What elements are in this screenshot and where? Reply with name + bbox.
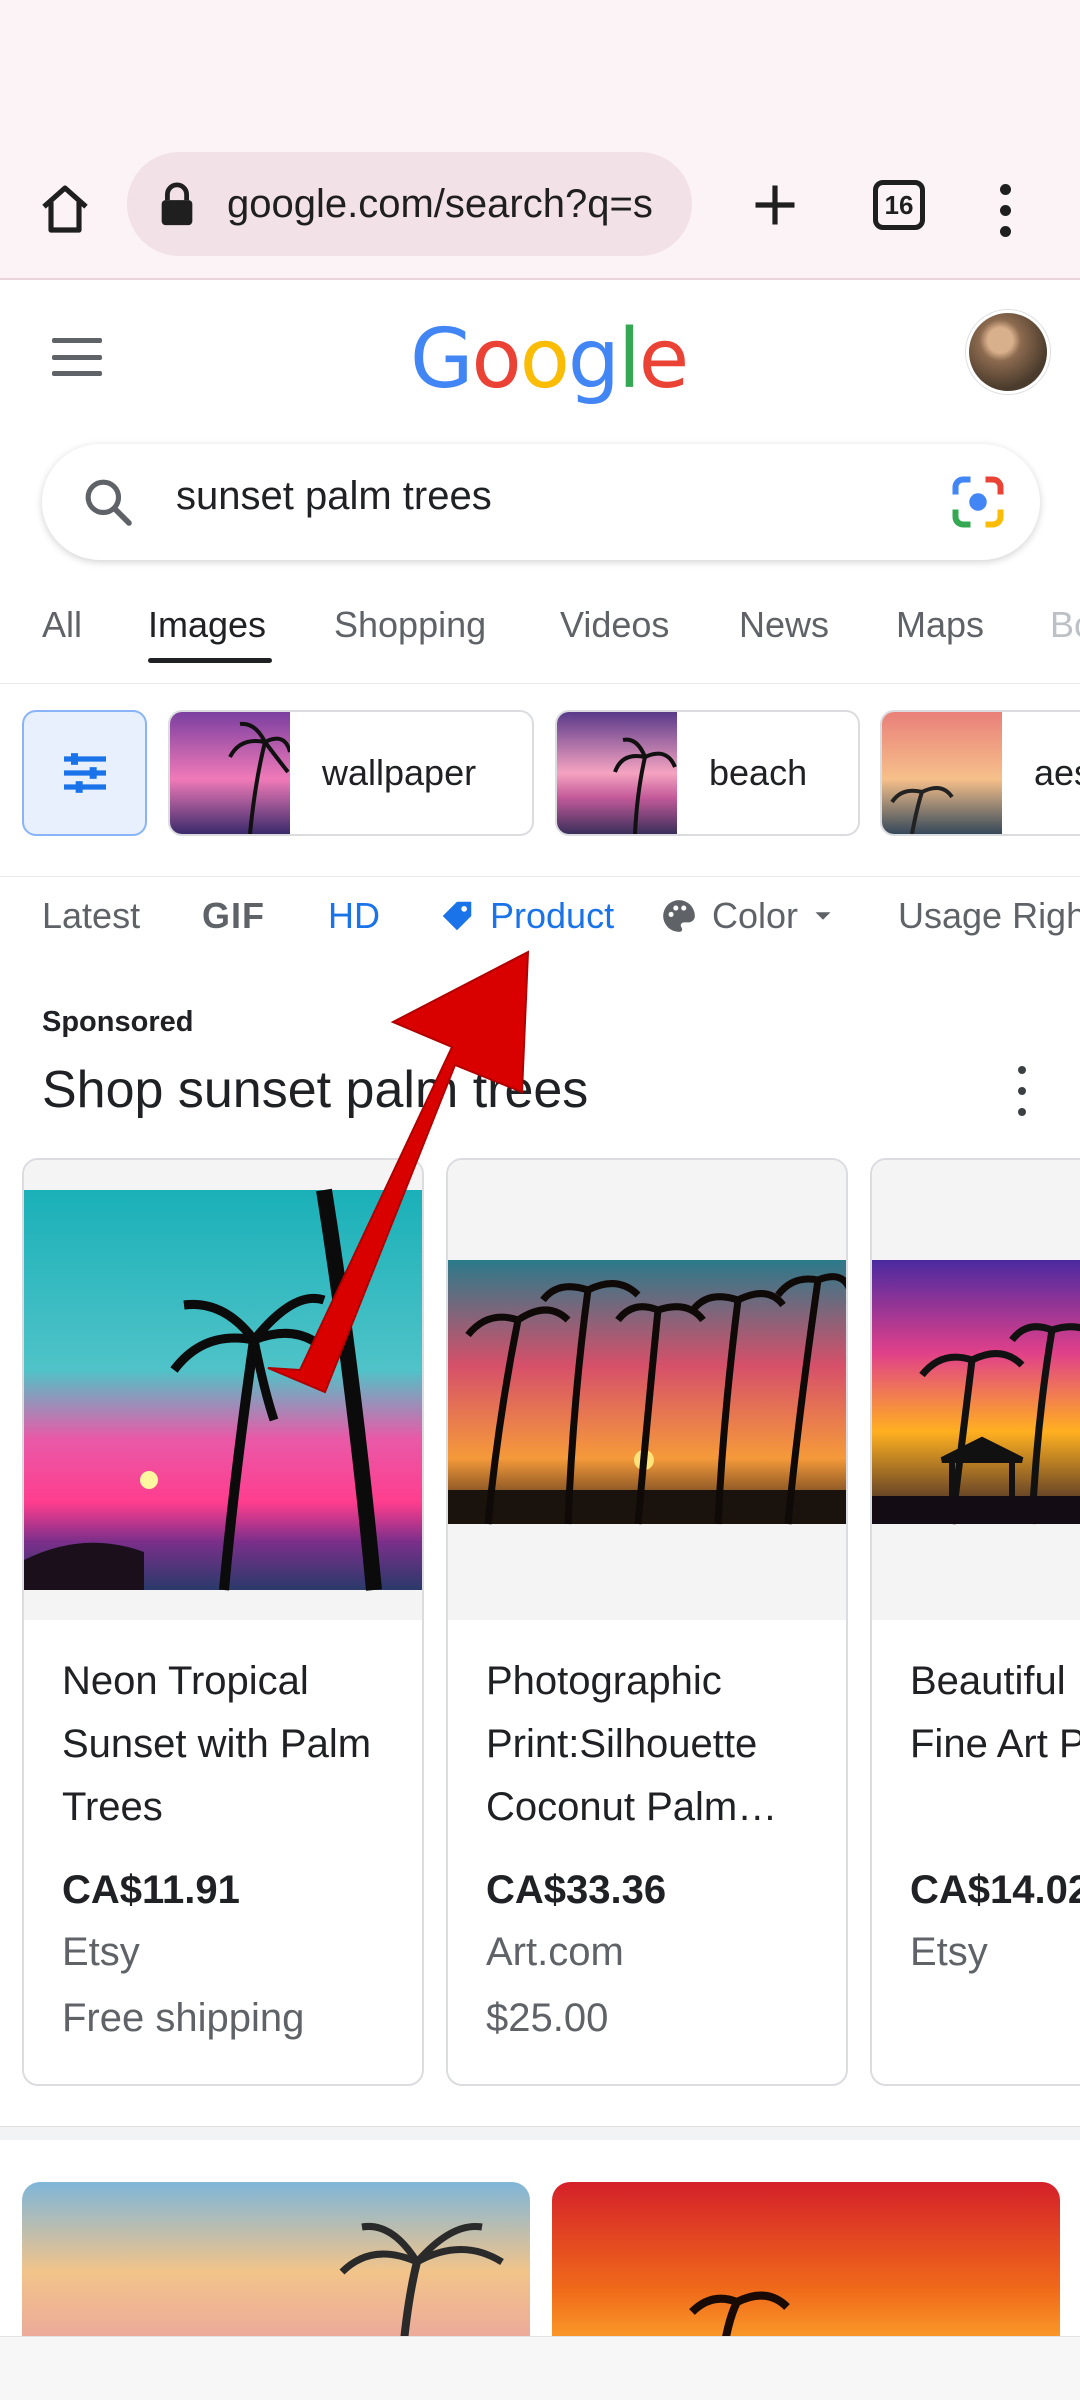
- home-button[interactable]: [30, 174, 100, 244]
- account-avatar[interactable]: [966, 310, 1050, 394]
- browser-toolbar: google.com/search?q=s 16: [0, 140, 1080, 280]
- tab-shopping[interactable]: Shopping: [334, 604, 486, 646]
- browser-menu-button[interactable]: [990, 170, 1020, 250]
- hamburger-menu-icon[interactable]: [52, 338, 102, 376]
- search-tabs: All Images Shopping Videos News Maps Bo: [0, 590, 1080, 684]
- image-result[interactable]: [552, 2182, 1060, 2362]
- palette-icon: [663, 900, 695, 932]
- product-price: CA$11.91: [62, 1868, 240, 1912]
- url-text: google.com/search?q=s: [227, 181, 653, 226]
- search-input[interactable]: sunset palm trees: [176, 474, 492, 519]
- product-card[interactable]: Neon Tropical Sunset with Palm Trees CA$…: [22, 1158, 424, 2086]
- aesthetic-thumbnail: [882, 712, 1002, 834]
- wallpaper-thumbnail: [170, 712, 290, 834]
- filter-color-label: Color: [712, 895, 799, 936]
- tag-icon: [442, 901, 472, 931]
- lock-icon: [161, 182, 193, 226]
- active-tab-indicator: [148, 658, 272, 663]
- product-image: [448, 1160, 846, 1620]
- status-bar-area: [0, 0, 1080, 140]
- beach-thumbnail: [557, 712, 677, 834]
- tab-switcher-button[interactable]: 16: [873, 180, 925, 230]
- tab-all[interactable]: All: [42, 604, 82, 646]
- tune-icon: [63, 753, 106, 793]
- google-header: Google: [0, 282, 1080, 432]
- product-store: Etsy: [62, 1930, 140, 1974]
- search-icon: [85, 479, 132, 526]
- product-name: Neon Tropical Sunset with Palm Trees: [62, 1659, 372, 1829]
- filter-hd[interactable]: HD: [328, 895, 380, 937]
- product-store: Etsy: [910, 1930, 988, 1974]
- home-icon: [42, 185, 88, 233]
- caret-down-icon: [815, 912, 831, 920]
- section-divider: [0, 2126, 1080, 2140]
- google-logo[interactable]: Google: [410, 312, 689, 407]
- filter-settings-button[interactable]: [22, 710, 147, 836]
- image-result[interactable]: [22, 2182, 530, 2362]
- product-name: Photographic Print:Silhouette Coconut Pa…: [486, 1659, 778, 1829]
- tab-books[interactable]: Bo: [1050, 604, 1080, 646]
- filter-color[interactable]: Color: [660, 895, 838, 937]
- dot-icon: [999, 183, 1011, 195]
- suggestion-chips: wallpaper beach aes: [0, 710, 1080, 840]
- filter-usage-rights[interactable]: Usage Righ: [898, 895, 1080, 937]
- filter-product[interactable]: Product: [438, 895, 614, 937]
- filter-product-label: Product: [490, 895, 615, 936]
- product-card[interactable]: Beautiful Hawaiian Fine Art P CA$14.02 E…: [870, 1158, 1080, 2086]
- product-image: [24, 1160, 422, 1620]
- dot-icon: [999, 225, 1011, 237]
- shop-title: Shop sunset palm trees: [42, 1061, 589, 1119]
- tab-images[interactable]: Images: [148, 604, 266, 646]
- address-bar[interactable]: google.com/search?q=s: [127, 152, 692, 256]
- product-name: Beautiful Hawaiian Fine Art P: [910, 1659, 1080, 1766]
- tab-maps[interactable]: Maps: [896, 604, 984, 646]
- more-options-button[interactable]: [1018, 1066, 1030, 1116]
- tab-news[interactable]: News: [739, 604, 829, 646]
- tab-videos[interactable]: Videos: [560, 604, 669, 646]
- product-card[interactable]: Photographic Print:Silhouette Coconut Pa…: [446, 1158, 848, 2086]
- chip-beach[interactable]: beach: [555, 710, 860, 836]
- product-image: [872, 1160, 1080, 1620]
- chip-label: wallpaper: [322, 752, 477, 793]
- chip-label: beach: [709, 752, 808, 793]
- product-shipping: Free shipping: [62, 1996, 305, 2040]
- new-tab-button[interactable]: [740, 170, 810, 240]
- filter-latest[interactable]: Latest: [42, 895, 140, 937]
- filter-gif[interactable]: GIF: [202, 895, 265, 937]
- google-lens-icon[interactable]: [948, 472, 1008, 532]
- bottom-gesture-bar: [0, 2336, 1080, 2400]
- product-price: CA$14.02: [910, 1868, 1080, 1912]
- product-original-price: $25.00: [486, 1996, 609, 2040]
- product-price: CA$33.36: [486, 1868, 667, 1912]
- chip-label: aes: [1034, 752, 1080, 793]
- sponsored-label: Sponsored: [42, 1006, 194, 1038]
- image-filter-row: Latest GIF HD Product Color Usage Righ: [0, 876, 1080, 956]
- product-store: Art.com: [486, 1930, 624, 1974]
- search-box[interactable]: sunset palm trees: [42, 444, 1040, 560]
- plus-icon: [755, 185, 795, 225]
- chip-aesthetic[interactable]: aes: [880, 710, 1080, 836]
- dot-icon: [999, 204, 1011, 216]
- chip-wallpaper[interactable]: wallpaper: [168, 710, 534, 836]
